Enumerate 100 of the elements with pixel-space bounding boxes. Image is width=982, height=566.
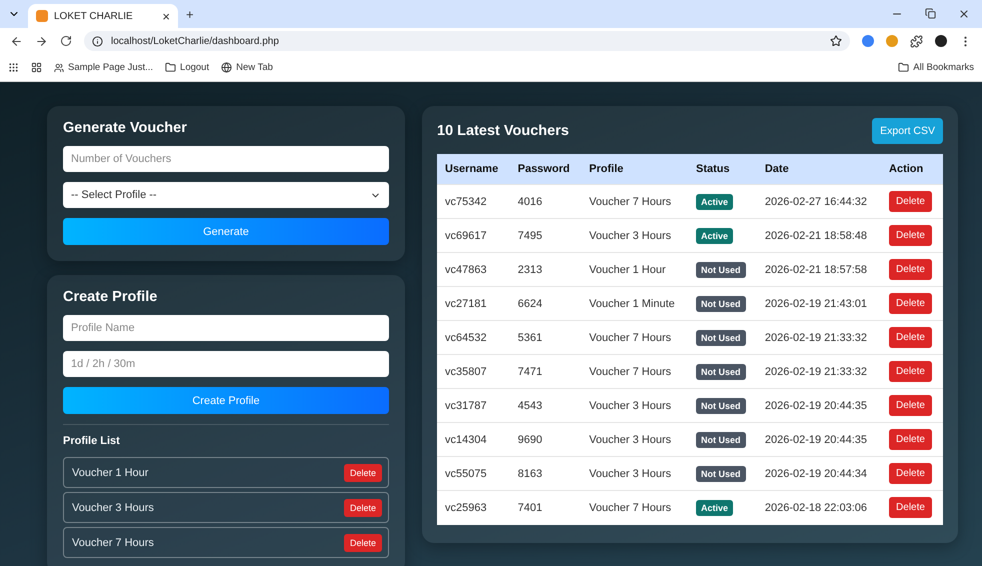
apps-icon[interactable]	[8, 62, 19, 73]
table-cell: 2026-02-21 18:57:58	[756, 252, 882, 286]
profile-name-field[interactable]: Profile Name	[63, 315, 389, 341]
delete-button[interactable]: Delete	[889, 191, 932, 212]
status-badge: Not Used	[696, 262, 746, 278]
table-cell: Voucher 3 Hours	[581, 422, 688, 456]
grid-icon[interactable]	[31, 62, 42, 73]
delete-button[interactable]: Delete	[889, 225, 932, 246]
table-cell: Voucher 1 Minute	[581, 286, 688, 320]
table-cell: 7471	[510, 354, 582, 388]
delete-button[interactable]: Delete	[889, 395, 932, 416]
profile-name: Voucher 7 Hours	[72, 536, 154, 548]
close-icon[interactable]	[958, 8, 970, 20]
column-header: Profile	[581, 154, 688, 184]
folder-icon	[165, 62, 176, 73]
status-badge: Not Used	[696, 364, 746, 380]
delete-button[interactable]: Delete	[344, 464, 382, 482]
table-cell: 8163	[510, 456, 582, 490]
status-badge: Active	[696, 228, 733, 244]
bookmark[interactable]: Sample Page Just...	[54, 62, 154, 73]
export-button[interactable]: Export CSV	[872, 118, 943, 144]
delete-button[interactable]: Delete	[344, 534, 382, 552]
table-cell: 6624	[510, 286, 582, 320]
table-cell: Voucher 7 Hours	[581, 184, 688, 218]
people-icon	[54, 62, 64, 72]
delete-button[interactable]: Delete	[889, 361, 932, 382]
table-cell: 4543	[510, 388, 582, 422]
status-badge: Active	[696, 500, 733, 516]
table-cell: vc31787	[437, 388, 510, 422]
site-icon	[36, 10, 48, 22]
table-cell: vc69617	[437, 218, 510, 252]
generate-button[interactable]: Generate	[63, 218, 389, 245]
delete-button[interactable]: Delete	[344, 498, 382, 516]
table-cell: Voucher 3 Hours	[581, 456, 688, 490]
card-title: Create Profile	[63, 289, 158, 305]
delete-button[interactable]: Delete	[889, 327, 932, 348]
delete-button[interactable]: Delete	[889, 259, 932, 280]
table-cell: vc25963	[437, 490, 510, 524]
card-title: 10 Latest Vouchers	[437, 123, 569, 139]
delete-button[interactable]: Delete	[889, 463, 932, 484]
column-header: Date	[756, 154, 882, 184]
status-badge: Not Used	[696, 466, 746, 482]
bookmark[interactable]: Logout	[165, 62, 210, 73]
address-bar[interactable]: localhost/LoketCharlie/dashboard.php	[84, 31, 850, 51]
back-icon[interactable]	[10, 34, 23, 48]
table-cell: vc27181	[437, 286, 510, 320]
table-cell: Voucher 1 Hour	[581, 252, 688, 286]
table-cell: 4016	[510, 184, 582, 218]
duration-field[interactable]: 1d / 2h / 30m	[63, 351, 389, 377]
extension-icon[interactable]	[862, 35, 874, 47]
delete-button[interactable]: Delete	[889, 293, 932, 314]
forward-icon[interactable]	[35, 34, 48, 48]
delete-button[interactable]: Delete	[889, 429, 932, 450]
column-header: Status	[688, 154, 757, 184]
table-cell: vc35807	[437, 354, 510, 388]
delete-button[interactable]: Delete	[889, 497, 932, 518]
table-cell: 2026-02-27 16:44:32	[756, 184, 882, 218]
reload-icon[interactable]	[60, 35, 72, 47]
info-icon[interactable]	[92, 36, 103, 46]
voucher-count-field[interactable]: Number of Vouchers	[63, 146, 389, 172]
bookmark[interactable]: New Tab	[221, 62, 273, 73]
avatar-icon[interactable]	[935, 35, 947, 47]
status-badge: Not Used	[696, 398, 746, 414]
table-cell: Voucher 3 Hours	[581, 218, 688, 252]
table-cell: 5361	[510, 320, 582, 354]
table-cell: Voucher 7 Hours	[581, 320, 688, 354]
table-cell: 7495	[510, 218, 582, 252]
table-cell: 2026-02-19 21:33:32	[756, 320, 882, 354]
table-cell: 2026-02-19 20:44:35	[756, 422, 882, 456]
table-cell: vc64532	[437, 320, 510, 354]
column-header: Password	[510, 154, 582, 184]
url-text: localhost/LoketCharlie/dashboard.php	[111, 36, 280, 46]
column-header: Username	[437, 154, 510, 184]
table-cell: vc75342	[437, 184, 510, 218]
create-profile-button[interactable]: Create Profile	[63, 387, 389, 414]
table-cell: 2026-02-19 21:33:32	[756, 354, 882, 388]
profile-name: Voucher 1 Hour	[72, 466, 148, 478]
star-icon[interactable]	[830, 35, 842, 47]
tab-title: LOKET CHARLIE	[54, 10, 134, 22]
puzzle-icon[interactable]	[910, 34, 923, 48]
status-badge: Not Used	[696, 296, 746, 312]
table-cell: 2026-02-18 22:03:06	[756, 490, 882, 524]
table-cell: 2026-02-19 21:43:01	[756, 286, 882, 320]
profile-list-title: Profile List	[63, 435, 121, 447]
table-cell: Voucher 7 Hours	[581, 354, 688, 388]
folder-icon	[898, 62, 910, 73]
table-cell: 7401	[510, 490, 582, 524]
table-cell: 2313	[510, 252, 582, 286]
table-cell: vc14304	[437, 422, 510, 456]
new-tab-icon[interactable]: +	[186, 8, 194, 20]
restore-icon[interactable]	[925, 8, 936, 19]
table-cell: 2026-02-19 20:44:35	[756, 388, 882, 422]
table-cell: 9690	[510, 422, 582, 456]
profile-select[interactable]: -- Select Profile --	[63, 182, 389, 208]
browser-tab[interactable]: LOKET CHARLIE ×	[28, 4, 178, 28]
close-icon[interactable]: ×	[162, 10, 170, 22]
all-bookmarks[interactable]: All Bookmarks	[898, 62, 974, 73]
table-cell: 2026-02-19 20:44:34	[756, 456, 882, 490]
table-cell: vc47863	[437, 252, 510, 286]
card-title: Generate Voucher	[63, 120, 188, 136]
